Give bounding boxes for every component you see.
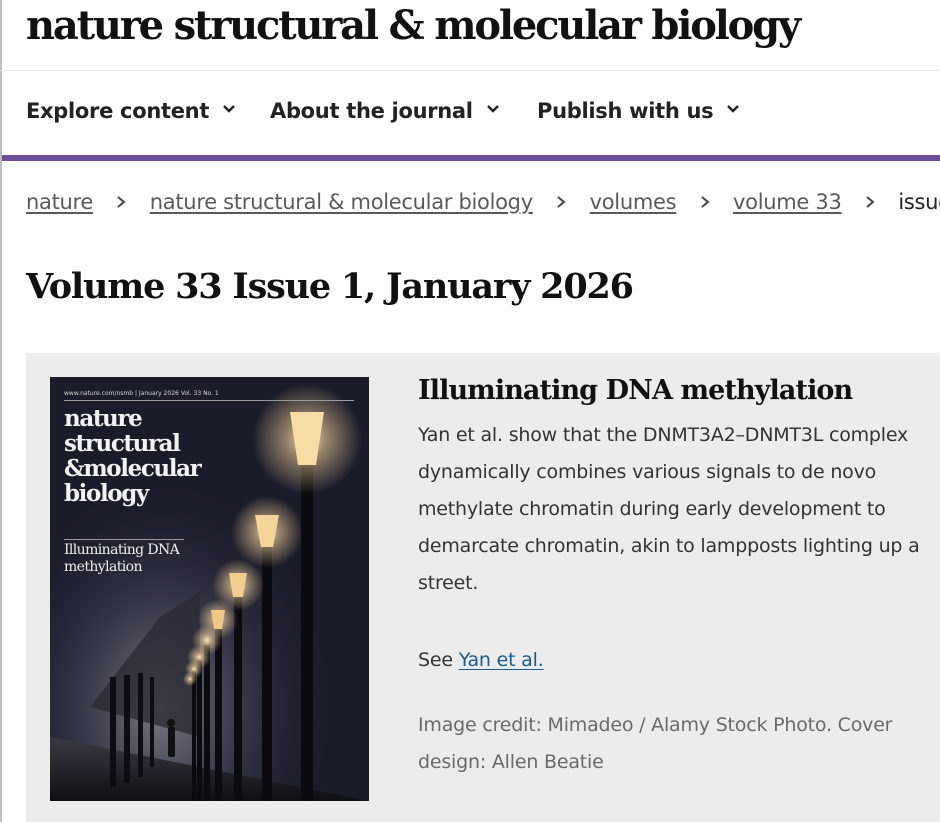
nav-explore-content-label: Explore content [26,99,210,123]
chevron-right-icon [539,190,583,214]
nav-publish-with-us[interactable]: Publish with us [537,99,743,123]
cover-title-line: nature [64,405,143,432]
nav-explore-content[interactable]: Explore content [26,99,239,123]
chevron-right-icon [683,190,727,214]
nav-publish-with-us-label: Publish with us [537,99,714,123]
chevron-down-icon [727,105,740,113]
page-title: Volume 33 Issue 1, January 2026 [26,266,634,307]
cover-story-description: Yan et al. show that the DNMT3A2–DNMT3L … [418,424,920,594]
image-credit: Image credit: Mimadeo / Alamy Stock Phot… [418,714,893,773]
issue-cover-feature: www.nature.com/nsmb | January 2026 Vol. … [26,353,940,822]
chevron-right-icon [848,190,892,214]
breadcrumb-link-journal[interactable]: nature structural & molecular biology [150,190,533,214]
accent-bar [0,155,940,161]
nav-about-journal-label: About the journal [270,99,473,123]
chevron-down-icon [223,105,235,113]
nav-about-journal[interactable]: About the journal [270,99,503,123]
breadcrumb-link-volume-33[interactable]: volume 33 [733,190,842,214]
chevron-right-icon [99,190,143,214]
masthead: nature structural & molecular biology [0,0,940,71]
cover-title-line: structural [64,430,181,457]
chevron-down-icon [486,105,499,113]
main-nav: Explore content About the journal Publis… [0,71,940,155]
breadcrumb: nature nature structural & molecular bio… [26,190,940,214]
journal-logo[interactable]: nature structural & molecular biology [26,2,801,49]
cover-divider [64,400,354,401]
cover-image[interactable]: www.nature.com/nsmb | January 2026 Vol. … [50,377,369,801]
cover-title-line: biology [64,480,149,507]
see-article-link[interactable]: Yan et al. [459,649,544,671]
cover-journal-title: nature structural &molecular biology [64,406,224,506]
cover-title-line: &molecular [64,455,202,482]
cover-url-line: www.nature.com/nsmb | January 2026 Vol. … [64,390,219,397]
breadcrumb-link-nature[interactable]: nature [26,190,93,214]
breadcrumb-current-issue: issue 1 [898,190,940,214]
cover-story: Illuminating DNA methylation Yan et al. … [418,375,923,781]
cover-divider [64,539,184,540]
breadcrumb-link-volumes[interactable]: volumes [590,190,677,214]
see-prefix: See [418,649,459,671]
cover-story-title: Illuminating DNA methylation [418,375,853,406]
cover-story-see-line: See Yan et al. [418,649,923,671]
cover-subtitle: Illuminating DNA methylation [64,542,180,575]
